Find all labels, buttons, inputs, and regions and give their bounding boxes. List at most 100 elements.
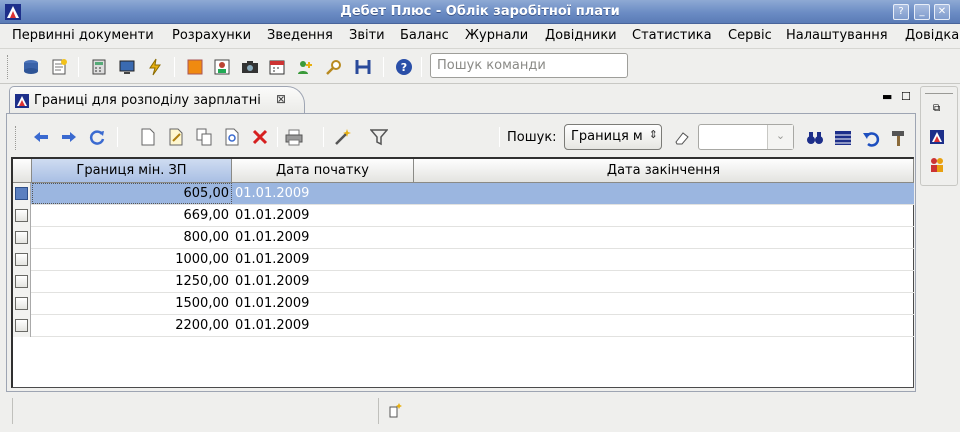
- orange-box-icon[interactable]: [186, 58, 204, 76]
- close-window-button[interactable]: ✕: [934, 4, 950, 20]
- menu-help[interactable]: Довідка: [905, 28, 959, 43]
- help-icon[interactable]: ?: [395, 58, 413, 76]
- users-icon[interactable]: [929, 157, 945, 173]
- menu-balance[interactable]: Баланс: [400, 28, 449, 43]
- restore-view-icon[interactable]: ⧉: [933, 103, 940, 114]
- table-row[interactable]: 2200,00 01.01.2009: [13, 315, 914, 337]
- camera-icon[interactable]: [241, 58, 259, 76]
- cell-start-date[interactable]: 01.01.2009: [235, 274, 410, 289]
- eraser-icon[interactable]: [672, 130, 690, 146]
- new-document-icon[interactable]: [50, 58, 68, 76]
- row-checkbox[interactable]: [13, 293, 31, 315]
- tab-close-icon[interactable]: ⊠: [276, 92, 286, 106]
- cell-min-salary[interactable]: 2200,00: [33, 318, 229, 333]
- row-checkbox[interactable]: [13, 315, 31, 337]
- form-icon[interactable]: [929, 129, 945, 145]
- toolbar-separator: [174, 57, 175, 77]
- select-arrows-icon: ⇕: [648, 128, 658, 141]
- menu-directories[interactable]: Довідники: [545, 28, 617, 43]
- add-user-icon[interactable]: [296, 58, 314, 76]
- view-record-icon[interactable]: [223, 128, 241, 146]
- undo-icon[interactable]: [862, 129, 880, 147]
- row-checkbox[interactable]: [13, 205, 31, 227]
- toolbar-separator: [78, 57, 79, 77]
- calendar-icon[interactable]: [268, 58, 286, 76]
- copy-record-icon[interactable]: [195, 128, 213, 146]
- help-window-button[interactable]: ?: [893, 4, 909, 20]
- maximize-view-icon[interactable]: ☐: [901, 90, 911, 103]
- employee-card-icon[interactable]: [213, 58, 231, 76]
- window-title: Дебет Плюс - Облік заробітної плати: [340, 4, 620, 19]
- search-field-value: Границя м: [571, 129, 643, 144]
- cell-min-salary[interactable]: 800,00: [33, 230, 230, 245]
- menu-journals[interactable]: Журнали: [465, 28, 528, 43]
- toolbar-separator: [383, 57, 384, 77]
- cell-min-salary[interactable]: 1250,00: [33, 274, 229, 289]
- new-tab-icon[interactable]: [389, 402, 403, 418]
- menu-summaries[interactable]: Зведення: [267, 28, 333, 43]
- toolbar-separator: [277, 127, 278, 147]
- table-row[interactable]: 1500,00 01.01.2009: [13, 293, 914, 315]
- menu-calculations[interactable]: Розрахунки: [172, 28, 251, 43]
- cell-start-date[interactable]: 01.01.2009: [235, 252, 410, 267]
- row-checkbox[interactable]: [13, 183, 31, 205]
- menu-statistics[interactable]: Статистика: [632, 28, 712, 43]
- svg-text:?: ?: [401, 61, 407, 74]
- column-header-min-salary[interactable]: Границя мін. ЗП: [32, 159, 232, 183]
- wizard-icon[interactable]: [334, 128, 352, 146]
- command-search-input[interactable]: Пошук команди: [430, 53, 628, 78]
- arrow-left-icon[interactable]: [32, 128, 50, 146]
- table-row[interactable]: 669,00 01.01.2009: [13, 205, 914, 227]
- column-header-end-date[interactable]: Дата закінчення: [414, 159, 914, 183]
- menu-primary-documents[interactable]: Первинні документи: [12, 28, 154, 43]
- tab-label: Границі для розподілу зарплатні: [34, 93, 261, 108]
- cell-start-date[interactable]: 01.01.2009: [235, 230, 410, 245]
- cell-min-salary[interactable]: 1500,00: [33, 296, 229, 311]
- minimize-view-icon[interactable]: ▬: [882, 90, 892, 103]
- database-icon[interactable]: [22, 58, 40, 76]
- row-checkbox[interactable]: [13, 271, 31, 293]
- tab-salary-limits[interactable]: Границі для розподілу зарплатні ⊠: [9, 86, 305, 114]
- cell-min-salary[interactable]: 1000,00: [33, 252, 229, 267]
- columns-icon[interactable]: [834, 129, 852, 147]
- table-row[interactable]: 800,00 01.01.2009: [13, 227, 914, 249]
- binoculars-icon[interactable]: [806, 129, 824, 147]
- chevron-down-icon[interactable]: ⌄: [767, 125, 793, 149]
- search-magnifier-icon[interactable]: [325, 58, 343, 76]
- arrow-right-icon[interactable]: [60, 128, 78, 146]
- monitor-icon[interactable]: [118, 58, 136, 76]
- hammer-icon[interactable]: [890, 129, 908, 147]
- delete-icon[interactable]: [251, 128, 269, 146]
- table-row[interactable]: 1000,00 01.01.2009: [13, 249, 914, 271]
- row-checkbox[interactable]: [13, 249, 31, 271]
- lightning-icon[interactable]: [146, 58, 164, 76]
- toolbar-separator: [117, 127, 118, 147]
- calculator-icon[interactable]: [90, 58, 108, 76]
- table-row[interactable]: 605,00 01.01.2009: [13, 183, 914, 205]
- filter-icon[interactable]: [370, 128, 388, 146]
- new-record-icon[interactable]: [139, 128, 157, 146]
- tools-icon[interactable]: [354, 58, 372, 76]
- search-value-combo[interactable]: ⌄: [698, 124, 794, 150]
- print-icon[interactable]: [285, 128, 303, 146]
- search-label: Пошук:: [507, 130, 557, 145]
- table-row[interactable]: 1250,00 01.01.2009: [13, 271, 914, 293]
- side-panel-divider: [925, 93, 953, 94]
- cell-start-date[interactable]: 01.01.2009: [235, 296, 410, 311]
- cell-min-salary[interactable]: 605,00: [33, 186, 230, 201]
- row-checkbox[interactable]: [13, 227, 31, 249]
- row-selector-header[interactable]: [13, 159, 32, 183]
- cell-start-date[interactable]: 01.01.2009: [235, 208, 410, 223]
- status-separator: [378, 398, 379, 424]
- column-header-start-date[interactable]: Дата початку: [232, 159, 414, 183]
- menu-reports[interactable]: Звіти: [349, 28, 385, 43]
- refresh-icon[interactable]: [88, 128, 106, 146]
- search-field-select[interactable]: Границя м ⇕: [564, 124, 662, 150]
- cell-start-date[interactable]: 01.01.2009: [235, 186, 410, 201]
- cell-start-date[interactable]: 01.01.2009: [235, 318, 410, 333]
- edit-record-icon[interactable]: [167, 128, 185, 146]
- minimize-window-button[interactable]: _: [914, 4, 930, 20]
- menu-settings[interactable]: Налаштування: [786, 28, 888, 43]
- cell-min-salary[interactable]: 669,00: [33, 208, 230, 223]
- menu-service[interactable]: Сервіс: [728, 28, 772, 43]
